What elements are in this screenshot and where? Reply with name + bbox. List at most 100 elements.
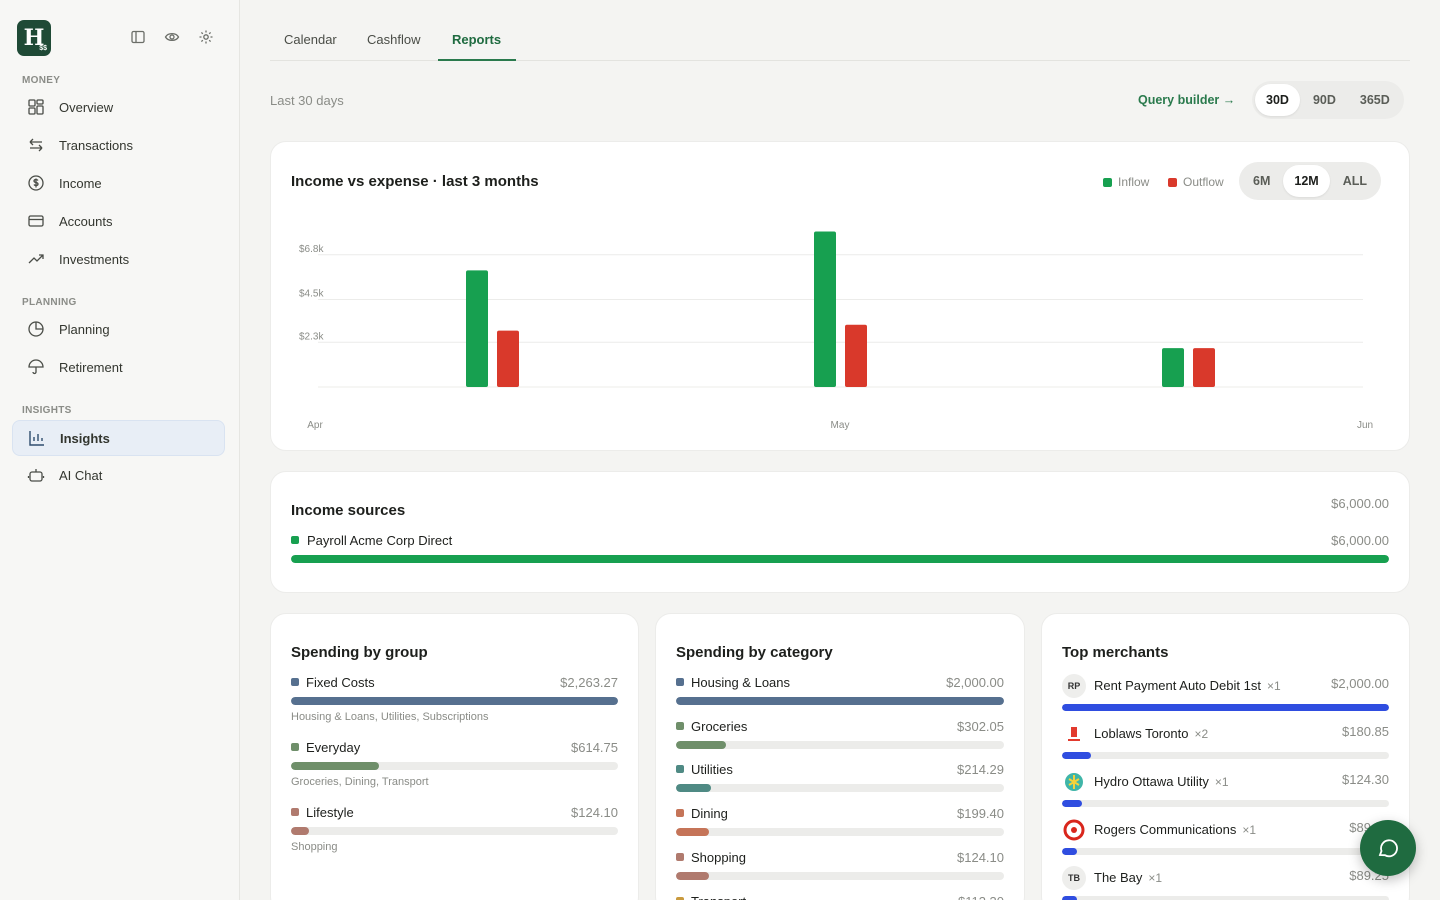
group-label: Everyday: [306, 740, 361, 755]
category-value: $2,000.00: [946, 675, 1004, 690]
bar-outflow-jun[interactable]: [1193, 348, 1215, 387]
y-tick-label: $2.3k: [299, 331, 324, 342]
app-logo[interactable]: H $$: [17, 20, 51, 56]
category-dot: [676, 809, 684, 818]
tab-cashflow[interactable]: Cashflow: [367, 32, 420, 47]
group-subcategories: Housing & Loans, Utilities, Subscription…: [291, 711, 489, 723]
group-dot: [291, 743, 299, 751]
merchant-bar-fill: [1062, 848, 1077, 855]
grid-icon: [28, 99, 44, 115]
spending-category-card: Spending by category Housing & Loans $2,0…: [655, 613, 1025, 900]
merchant-count: ×1: [1148, 871, 1163, 885]
bar-outflow-apr[interactable]: [497, 330, 519, 387]
income-sources-title: Income sources: [291, 502, 406, 519]
merchant-count: ×1: [1214, 775, 1229, 789]
category-bar: [676, 828, 1004, 837]
category-value: $113.30: [958, 894, 1004, 900]
category-bar: [676, 697, 1004, 705]
category-bar-fill: [676, 740, 726, 749]
category-value: $214.29: [957, 762, 1004, 778]
merchant-bar-fill: [1062, 896, 1077, 900]
top-merchants-card: Top merchants RP Rent Payment Auto Debit …: [1041, 613, 1410, 900]
dollar-circle-icon: [28, 175, 44, 191]
merchant-bar: [1062, 704, 1389, 711]
category-dot: [676, 852, 684, 861]
sidebar: H $$ MONEY Overview Transactions Income A…: [0, 0, 240, 900]
merchant-value: $2,000.00: [1331, 676, 1389, 691]
tab-bar: Calendar Cashflow Reports: [270, 20, 1410, 61]
bar-inflow-apr[interactable]: [466, 270, 488, 387]
bar-inflow-jun[interactable]: [1162, 348, 1184, 387]
income-source-bar: [291, 555, 1389, 563]
income-source-label: Payroll Acme Corp Direct: [307, 533, 453, 548]
bar-inflow-may[interactable]: [814, 231, 836, 387]
category-dot: [676, 896, 684, 900]
tab-calendar[interactable]: Calendar: [284, 32, 337, 47]
group-value: $614.75: [571, 740, 618, 755]
sidebar-item-income[interactable]: Income: [12, 165, 225, 201]
category-label: Shopping: [691, 849, 746, 865]
category-label: Transport: [691, 894, 746, 900]
category-bar: [676, 871, 1004, 880]
merchant-name: Loblaws Toronto: [1094, 726, 1189, 741]
chat-fab-button[interactable]: [1360, 820, 1416, 876]
income-sources-total: $6,000.00: [1331, 496, 1389, 511]
merchant-count: ×2: [1194, 727, 1209, 741]
merchant-value: $124.30: [1342, 772, 1389, 787]
bar-chart-icon: [29, 431, 44, 446]
group-value: $124.10: [571, 805, 618, 820]
arrows-swap-icon: [29, 138, 43, 152]
rogers-logo-icon: [1062, 818, 1086, 842]
sidebar-item-label: Investments: [59, 251, 130, 267]
section-label-insights: INSIGHTS: [22, 405, 72, 416]
group-dot: [291, 808, 299, 816]
merchant-bar: [1062, 752, 1389, 759]
merchant-bar: [1062, 848, 1389, 855]
merchant-bar: [1062, 896, 1389, 900]
group-subcategories: Groceries, Dining, Transport: [291, 776, 429, 788]
sidebar-item-accounts[interactable]: Accounts: [12, 203, 225, 239]
sidebar-item-ai-chat[interactable]: AI Chat: [12, 457, 225, 493]
merchant-name: The Bay: [1094, 870, 1143, 885]
trend-up-icon: [28, 254, 44, 264]
category-bar: [676, 740, 1004, 749]
sidebar-item-planning[interactable]: Planning: [12, 311, 225, 347]
bar-outflow-may[interactable]: [845, 324, 867, 387]
gear-icon[interactable]: [198, 29, 214, 45]
sidebar-toolbar: [130, 29, 214, 45]
merchant-avatar: RP: [1062, 674, 1086, 698]
range-option-365d[interactable]: 365D: [1349, 84, 1401, 116]
spending-group-title: Spending by group: [291, 644, 428, 661]
sidebar-item-retirement[interactable]: Retirement: [12, 349, 225, 385]
merchant-count: ×1: [1266, 679, 1281, 693]
sidebar-toggle-icon[interactable]: [130, 29, 146, 45]
sidebar-item-transactions[interactable]: Transactions: [12, 127, 225, 163]
group-bar: [291, 697, 618, 705]
section-label-planning: PLANNING: [22, 297, 77, 308]
category-bar: [676, 784, 1004, 793]
merchant-value: $180.85: [1342, 724, 1389, 739]
category-label: Housing & Loans: [691, 675, 791, 690]
loblaws-logo-icon: [1062, 722, 1086, 746]
query-builder-link[interactable]: Query builder →: [1138, 93, 1235, 107]
group-dot: [291, 678, 299, 686]
tab-reports[interactable]: Reports: [452, 32, 501, 47]
section-label-money: MONEY: [22, 75, 61, 86]
x-tick-label: Apr: [307, 420, 323, 431]
range-label: Last 30 days: [270, 93, 344, 108]
sidebar-item-investments[interactable]: Investments: [12, 241, 225, 277]
range-selector: 30D 90D 365D: [1252, 81, 1404, 119]
chat-bubble-icon: [1378, 839, 1398, 858]
group-bar-fill: [291, 697, 618, 705]
sidebar-item-overview[interactable]: Overview: [12, 89, 225, 125]
range-option-90d[interactable]: 90D: [1302, 84, 1347, 116]
sidebar-item-insights[interactable]: Insights: [12, 420, 225, 456]
category-dot: [676, 765, 684, 774]
merchant-name: Rent Payment Auto Debit 1st: [1094, 678, 1261, 693]
category-label: Groceries: [691, 718, 748, 734]
income-expense-card: Income vs expense · last 3 months Inflow…: [270, 141, 1410, 451]
range-option-30d[interactable]: 30D: [1255, 84, 1300, 116]
spending-group-card: Spending by group Fixed Costs $2,263.27 Ho…: [270, 613, 639, 900]
merchant-name-row: Hydro Ottawa Utility ×1: [1094, 774, 1229, 789]
eye-icon[interactable]: [164, 29, 180, 45]
